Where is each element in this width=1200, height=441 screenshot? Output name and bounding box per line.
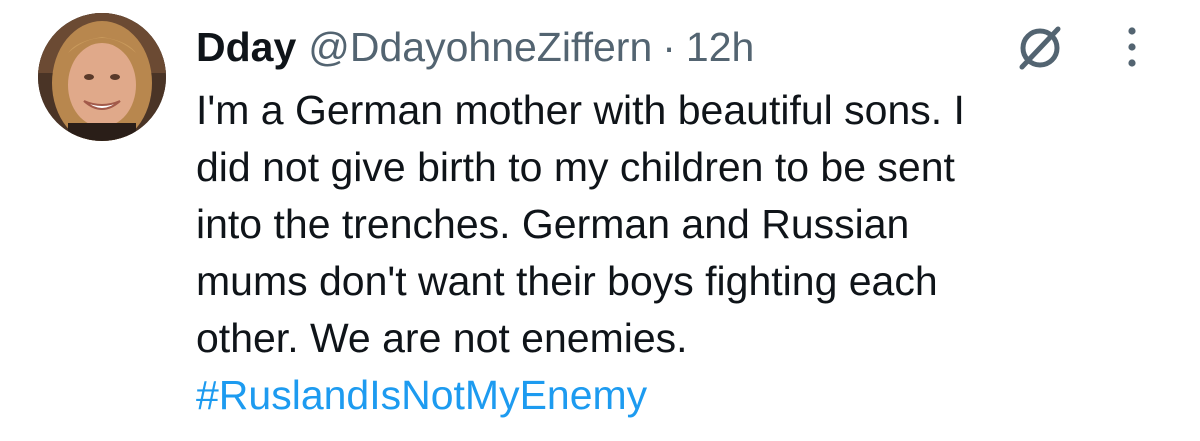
separator-dot: · [662,24,676,70]
display-name[interactable]: Dday [196,18,296,76]
tweet-header: Dday @DdayohneZiffern · 12h [196,18,754,76]
grok-icon[interactable] [1010,18,1070,78]
tweet[interactable]: Dday @DdayohneZiffern · 12h I'm a German… [0,0,1200,441]
hashtag-link[interactable]: #RuslandIsNotMyEnemy [196,372,647,418]
timestamp[interactable]: 12h [686,18,754,76]
tweet-text: I'm a German mother with beautiful sons.… [196,82,1186,424]
more-vertical-icon[interactable] [1117,22,1147,72]
user-handle[interactable]: @DdayohneZiffern [308,18,652,76]
tweet-body: I'm a German mother with beautiful sons.… [196,87,965,361]
avatar-photo [38,13,166,141]
avatar[interactable] [38,13,166,141]
